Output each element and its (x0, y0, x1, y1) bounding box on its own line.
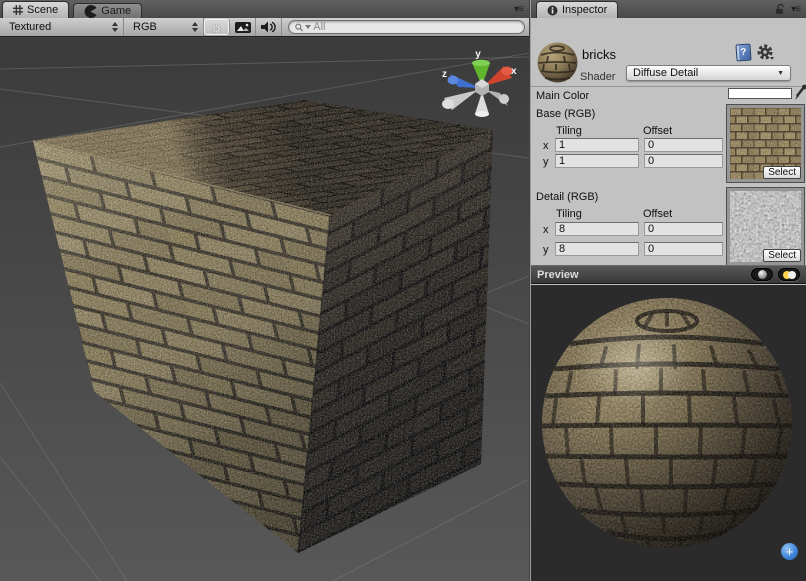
base-y-label: y (543, 156, 549, 168)
base-x-label: x (543, 140, 549, 152)
detail-offset-y-input[interactable] (644, 242, 723, 256)
material-inspector: bricks Shader Diffuse Detail ▼ ? Main Co… (531, 18, 806, 265)
color-mode-value: RGB (133, 21, 157, 33)
search-input[interactable] (313, 21, 518, 33)
preview-area[interactable]: + (531, 285, 806, 581)
audio-icon (261, 21, 276, 33)
base-texture-thumbnail[interactable]: Select (727, 105, 804, 182)
updown-arrows-icon (112, 22, 118, 32)
add-icon[interactable]: + (781, 543, 798, 560)
detail-x-label: x (543, 224, 549, 236)
sphere-icon (758, 270, 767, 279)
detail-texture-thumbnail[interactable]: Select (727, 188, 804, 265)
shader-label: Shader (580, 71, 615, 83)
detail-tiling-header: Tiling (556, 208, 582, 220)
search-filter-caret-icon[interactable] (305, 25, 311, 29)
preview-header: Preview (531, 265, 806, 284)
brick-cube (20, 88, 510, 568)
detail-section-title: Detail (RGB) (536, 191, 598, 203)
shader-value: Diffuse Detail (633, 67, 698, 79)
draw-mode-dropdown[interactable]: Textured (0, 18, 124, 36)
tab-game[interactable]: Game (73, 3, 142, 18)
base-tiling-header: Tiling (556, 125, 582, 137)
main-color-swatch[interactable] (728, 88, 792, 99)
lock-icon[interactable] (775, 3, 786, 15)
inspector-tabstrip: Inspector ▾≡ (531, 0, 806, 18)
info-icon (547, 5, 558, 16)
preview-shape-button[interactable] (751, 268, 773, 281)
preview-lighting-button[interactable] (778, 268, 800, 281)
gizmo-z-label: z (442, 69, 447, 80)
detail-offset-x-input[interactable] (644, 222, 723, 236)
scene-3d-view: y x z (0, 38, 529, 581)
base-select-button[interactable]: Select (763, 166, 801, 179)
tab-game-label: Game (101, 5, 131, 17)
base-section-title: Base (RGB) (536, 108, 595, 120)
inspector-panel-menu-icon[interactable]: ▾≡ (786, 4, 806, 18)
gear-icon[interactable] (757, 44, 776, 62)
lighting-toggle-button[interactable]: ☼ (204, 19, 230, 35)
inspector-panel: Inspector ▾≡ (530, 0, 806, 581)
unity-editor-window: Scene Game ▾≡ Textured RGB ☼ (0, 0, 806, 581)
chevron-down-icon: ▼ (777, 70, 784, 77)
search-field[interactable] (288, 20, 525, 34)
audio-toggle-button[interactable] (256, 18, 282, 36)
tab-inspector[interactable]: Inspector (536, 1, 618, 18)
main-color-label: Main Color (536, 90, 589, 102)
material-name: bricks (582, 47, 616, 62)
updown-arrows-icon (192, 22, 198, 32)
render-effects-button[interactable] (230, 18, 256, 36)
search-icon (295, 23, 303, 32)
help-icon[interactable]: ? (735, 43, 751, 61)
scene-toolbar: Textured RGB ☼ (0, 18, 529, 37)
base-tiling-x-input[interactable] (555, 138, 639, 152)
divider (531, 86, 806, 87)
gizmo-y-label: y (475, 49, 481, 60)
detail-y-label: y (543, 244, 549, 256)
tab-inspector-label: Inspector (562, 4, 607, 16)
detail-tiling-y-input[interactable] (555, 242, 639, 256)
game-icon (84, 5, 97, 18)
draw-mode-value: Textured (9, 21, 51, 33)
detail-select-button[interactable]: Select (763, 249, 801, 262)
preview-title: Preview (537, 269, 579, 281)
preview-sphere[interactable] (531, 285, 806, 581)
scene-tabstrip: Scene Game ▾≡ (0, 0, 529, 18)
detail-tiling-x-input[interactable] (555, 222, 639, 236)
base-tiling-y-input[interactable] (555, 154, 639, 168)
base-offset-y-input[interactable] (644, 154, 723, 168)
tab-scene[interactable]: Scene (2, 1, 69, 18)
image-icon (235, 22, 251, 33)
eyedropper-icon[interactable] (793, 84, 806, 102)
grid-icon (13, 5, 23, 15)
scene-panel-menu-icon[interactable]: ▾≡ (514, 4, 529, 18)
detail-offset-header: Offset (643, 208, 672, 220)
color-mode-dropdown[interactable]: RGB (124, 18, 204, 36)
scene-panel: Scene Game ▾≡ Textured RGB ☼ (0, 0, 529, 581)
tab-scene-label: Scene (27, 4, 58, 16)
gizmo-x-label: x (511, 66, 517, 77)
scene-viewport[interactable]: y x z (0, 38, 529, 581)
material-preview-thumbnail (536, 41, 579, 84)
base-offset-x-input[interactable] (644, 138, 723, 152)
light-off-icon (788, 271, 796, 279)
base-offset-header: Offset (643, 125, 672, 137)
shader-dropdown[interactable]: Diffuse Detail ▼ (626, 65, 791, 81)
sun-icon: ☼ (210, 19, 223, 35)
